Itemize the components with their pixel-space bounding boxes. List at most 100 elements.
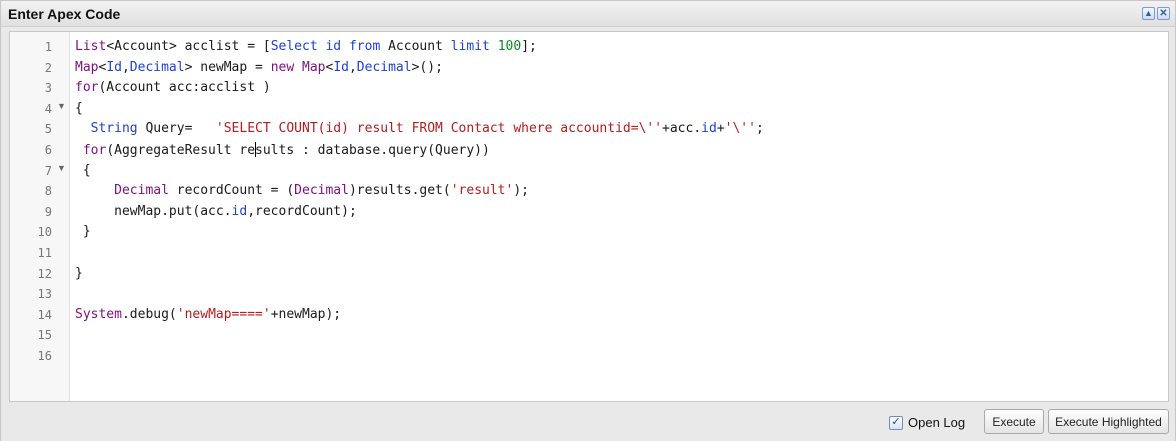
code-token: Account [380, 39, 451, 54]
code-line[interactable]: 13 [10, 284, 1168, 305]
code-line[interactable]: 4 ▼ { [10, 99, 1168, 120]
code-token: Decimal [356, 59, 412, 75]
code-line[interactable]: 6 for(AggregateResult results : database… [10, 140, 1168, 161]
code-token: for [75, 80, 99, 96]
code-text: System.debug('newMap===='+newMap); [75, 307, 341, 322]
code-token: ); [513, 183, 529, 199]
code-text: Decimal recordCount = (Decimal)results.g… [75, 183, 529, 198]
code-token: new [270, 59, 295, 75]
code-token: Decimal [294, 183, 349, 199]
code-token: , [348, 59, 357, 75]
code-text: newMap.put(acc.id,recordCount); [75, 204, 357, 219]
code-text: } [75, 224, 91, 239]
code-line[interactable]: 10 } [10, 222, 1168, 243]
panel-titlebar: Enter Apex Code ▲ ✕ [1, 1, 1175, 27]
apex-code-panel: Enter Apex Code ▲ ✕ 1 List<Account> accli… [0, 0, 1176, 441]
code-token: 'newMap====' [176, 306, 271, 322]
line-number: 1 [44, 40, 52, 54]
code-token: } [75, 265, 83, 281]
line-number: 5 [44, 122, 52, 137]
line-number: 9 [44, 204, 52, 219]
code-token: < [106, 39, 115, 54]
line-number: 13 [37, 287, 52, 302]
code-token: List [75, 39, 107, 54]
code-lines[interactable]: 1 List<Account> acclist = [Select id from… [10, 37, 1168, 367]
line-number: 16 [37, 348, 52, 363]
code-text: { [75, 101, 83, 116]
code-token: id [701, 121, 717, 137]
code-token: Decimal [114, 183, 169, 199]
open-log-checkbox[interactable]: ✓ [889, 415, 903, 430]
code-line[interactable]: 11 [10, 243, 1168, 264]
code-line[interactable]: 8 Decimal recordCount = (Decimal)results… [10, 181, 1168, 202]
code-line[interactable]: 1 List<Account> acclist = [Select id from… [10, 37, 1168, 58]
execute-button[interactable]: Execute [984, 409, 1044, 434]
code-line[interactable]: 16 [10, 346, 1168, 367]
fold-toggle-icon[interactable]: ▼ [57, 163, 66, 173]
code-token: System [75, 306, 122, 322]
code-line[interactable]: 9 newMap.put(acc.id,recordCount); [10, 202, 1168, 223]
code-token: Account [114, 39, 169, 54]
code-token: id [231, 203, 248, 219]
line-number: 8 [44, 184, 52, 199]
code-token: String [90, 121, 138, 137]
code-token: '\'' [724, 121, 756, 137]
code-text: for(Account acc:acclist ) [75, 80, 271, 95]
code-line[interactable]: 5 String Query= 'SELECT COUNT(id) result… [10, 119, 1168, 140]
code-token: Query= [137, 121, 216, 137]
code-token: (Account acc:acclist ) [98, 80, 271, 96]
code-text: } [75, 266, 83, 281]
execute-highlighted-button[interactable]: Execute Highlighted [1048, 409, 1169, 434]
code-line[interactable]: 3 for(Account acc:acclist ) [10, 78, 1168, 99]
code-line[interactable]: 2 Map<Id,Decimal> newMap = new Map<Id,Dec… [10, 58, 1168, 79]
code-token: from [348, 39, 381, 54]
line-number: 6 [44, 142, 52, 157]
code-editor[interactable]: 1 List<Account> acclist = [Select id from… [9, 31, 1169, 402]
code-token: } [75, 224, 91, 240]
code-token: )results.get( [348, 183, 451, 199]
code-token: 'SELECT COUNT(id) result FROM Contact wh… [215, 121, 663, 137]
code-line[interactable]: 12} [10, 264, 1168, 285]
line-number: 3 [44, 81, 52, 96]
code-token: , [121, 59, 130, 75]
open-log-toggle[interactable]: ✓ Open Log [889, 415, 965, 430]
code-line[interactable]: 14 System.debug('newMap===='+newMap); [10, 305, 1168, 326]
line-number: 7 [44, 163, 52, 178]
code-token: id [325, 39, 342, 54]
code-token: + [716, 121, 725, 137]
code-line[interactable]: 7 ▼ { [10, 161, 1168, 182]
code-token: > newMap = [184, 59, 271, 75]
code-token: +newMap); [270, 306, 342, 322]
code-line[interactable]: 15 [10, 325, 1168, 346]
line-number: 4 [44, 101, 52, 116]
panel-footer: ✓ Open Log Execute Execute Highlighted [1, 405, 1175, 441]
collapse-up-icon[interactable]: ▲ [1142, 7, 1155, 20]
close-icon[interactable]: ✕ [1157, 7, 1170, 20]
code-token: Map [302, 59, 326, 75]
code-token: ; [755, 121, 764, 137]
code-token: ,recordCount); [247, 203, 357, 219]
code-token: 'result' [450, 183, 514, 199]
code-token: +acc. [662, 121, 702, 137]
code-token: >(); [411, 59, 443, 75]
code-text: Map<Id,Decimal> newMap = new Map<Id,Deci… [75, 60, 443, 75]
code-token: for [82, 142, 107, 158]
fold-toggle-icon[interactable]: ▼ [57, 101, 66, 111]
code-token: Id [333, 59, 349, 75]
code-token: 100 [497, 39, 522, 54]
code-text: List<Account> acclist = [Select id from … [75, 39, 537, 54]
code-text: { [75, 163, 91, 178]
code-text: for(AggregateResult results : database.q… [75, 141, 490, 158]
line-number: 14 [37, 307, 52, 322]
line-number: 10 [37, 225, 52, 240]
code-token: .debug( [121, 306, 177, 322]
code-token: sults : database.query(Query)) [255, 142, 490, 158]
code-token: { [75, 100, 83, 116]
code-token: Id [106, 59, 122, 75]
line-number: 12 [37, 266, 52, 281]
